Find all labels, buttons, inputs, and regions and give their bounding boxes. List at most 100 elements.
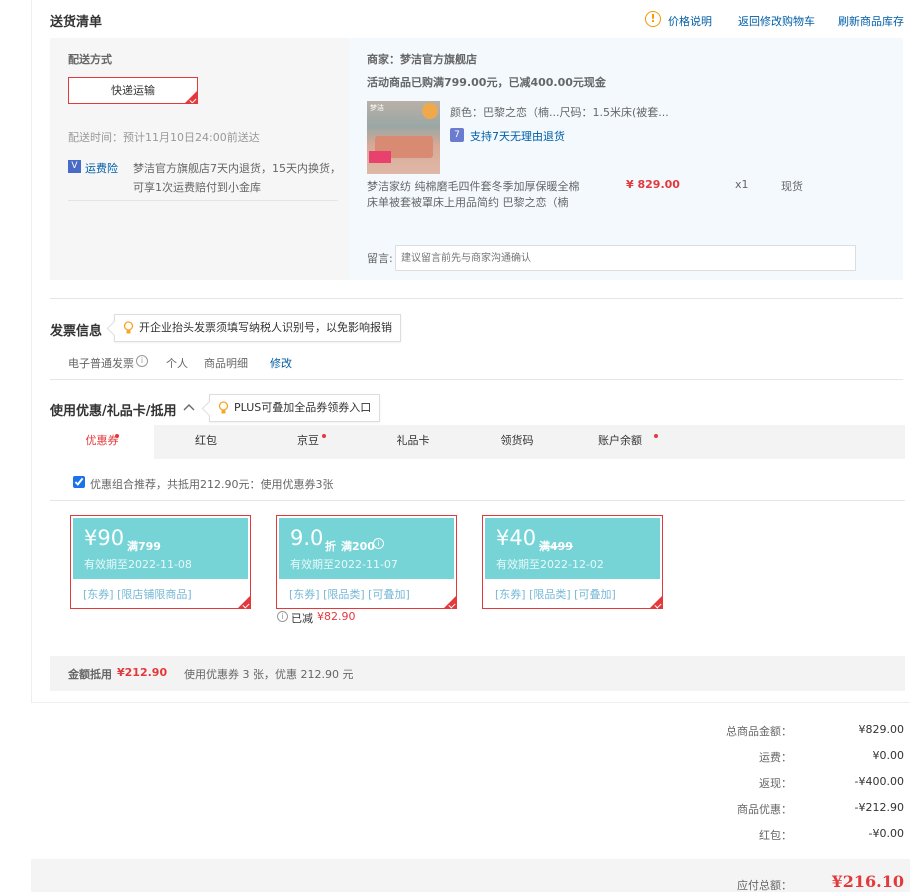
tab-label: 领货码 [500,434,534,447]
summary-row: 运费： ¥0.00 [604,749,905,764]
product-qty: x1 [735,178,749,191]
tab-label: 京豆 [297,434,319,447]
bulb-icon [123,321,134,334]
payable-label: 应付总额： [737,879,792,892]
return-policy-icon: 7 [450,128,464,142]
coupon-amount: ¥90 [84,526,125,550]
invoice-type: 电子普通发票 [68,357,134,370]
invoice-title: 发票信息 [50,324,103,339]
invoice-content: 商品明细 [204,357,248,370]
tab-redeem-code[interactable]: 领货码 [465,425,569,459]
delivery-time: 配送时间：预计11月10日24:00前送达 [68,131,260,144]
recommend-text: 优惠组合推荐，共抵用212.90元：使用优惠券3张 [90,478,334,491]
divider [50,500,905,501]
return-policy-link[interactable]: 支持7天无理由退货 [470,128,565,144]
help-icon[interactable]: i [136,355,148,367]
selected-corner-icon [650,596,662,608]
coupon-face: ¥40 满499 有效期至2022-12-02 [485,518,660,579]
summary-value: ¥0.00 [872,749,905,762]
recommend-checkbox[interactable] [73,476,85,488]
new-dot-icon [322,434,326,438]
coupon-tags: [东券] [限品类] [可叠加] [495,588,616,601]
bulb-icon [218,401,229,414]
refresh-stock-link[interactable]: 刷新商品库存 [838,13,904,29]
coupon-validity: 有效期至2022-11-08 [84,558,192,571]
discount-title[interactable]: 使用优惠/礼品卡/抵用 [50,400,177,419]
summary-label: 运费： [759,751,792,764]
badge-icon [422,103,438,119]
coupon-tags: [东券] [限店铺限商品] [83,588,192,601]
product-thumbnail[interactable]: 梦洁 [367,101,440,174]
summary-label: 总商品金额： [726,725,792,738]
divider [68,200,338,201]
tab-gift-card[interactable]: 礼品卡 [361,425,465,459]
summary-row: 红包： -¥0.00 [604,827,904,842]
tab-label: 账户余额 [598,434,642,447]
method-label: 配送方式 [68,53,112,66]
shield-icon: V [68,160,81,173]
insurance-link[interactable]: 运费险 [85,160,118,176]
remark-label: 留言: [367,252,393,265]
product-stock: 现货 [781,180,803,193]
selected-corner-icon [185,91,197,103]
invoice-edit-link[interactable]: 修改 [270,355,292,371]
tab-label: 优惠券 [85,434,119,447]
saved-value: ¥82.90 [317,610,356,623]
discount-total-note: 使用优惠券 3 张，优惠 212.90 元 [184,668,354,681]
coupon-condition: 满499 [539,540,573,553]
coupon-amount: 9.0 [290,526,324,550]
coupon-condition: 满200 [341,540,375,553]
coupon-card[interactable]: ¥40 满499 有效期至2022-12-02 [东券] [限品类] [可叠加] [482,515,663,609]
insurance-text-2: 可享1次运费赔付到小金库 [133,181,261,194]
invoice-tip: 开企业抬头发票须填写纳税人识别号，以免影响报销 [114,314,401,342]
plus-tip[interactable]: PLUS可叠加全品券领券入口 [209,394,381,422]
back-to-cart-link[interactable]: 返回修改购物车 [738,13,815,29]
coupon-validity: 有效期至2022-11-07 [290,558,398,571]
tab-red-packet[interactable]: 红包 [154,425,258,459]
tab-label: 礼品卡 [396,434,430,447]
summary-label: 返现： [759,777,792,790]
discount-total-value: ¥212.90 [117,666,168,679]
info-icon[interactable]: i [373,538,384,549]
invoice-holder: 个人 [166,357,188,370]
remark-input[interactable] [395,245,856,271]
shipping-title: 送货清单 [50,15,103,30]
summary-label: 红包： [759,829,792,842]
coupon-card[interactable]: ¥90 满799 有效期至2022-11-08 [东券] [限店铺限商品] [70,515,251,609]
discount-total-label: 金额抵用 [68,668,112,681]
summary-label: 商品优惠： [737,803,792,816]
new-dot-icon [654,434,658,438]
thumb-brand: 梦洁 [370,104,384,112]
info-icon: ! [645,11,661,27]
summary-row: 总商品金额： ¥829.00 [604,723,904,738]
payable-value: ¥216.10 [831,872,904,891]
method-value: 快递运输 [111,84,155,97]
section-divider [50,379,903,380]
tab-label: 红包 [195,434,217,447]
summary-value: -¥0.00 [868,827,904,840]
product-attrs: 颜色：巴黎之恋（楠...尺码：1.5米床(被套... [450,106,669,119]
coupon-unit: 折 [325,540,336,553]
selected-corner-icon [238,596,250,608]
coupon-amount: ¥40 [496,526,537,550]
merchant-name: 商家：梦洁官方旗舰店 [367,53,477,66]
info-icon[interactable]: i [277,611,288,622]
product-name-2[interactable]: 床单被套被罩床上用品简约 巴黎之恋（楠 [367,194,569,210]
chevron-up-icon[interactable] [183,402,195,412]
tab-jingdou[interactable]: 京豆 [256,425,360,459]
shipping-method-panel [50,38,349,280]
tab-balance[interactable]: 账户余额 [568,425,672,459]
discount-tabs: 优惠券 红包 京豆 礼品卡 领货码 账户余额 [50,425,905,460]
product-price: ¥ 829.00 [626,178,680,191]
summary-row: 返现： -¥400.00 [604,775,904,790]
price-note-link[interactable]: 价格说明 [668,13,712,29]
product-name-1[interactable]: 梦洁家纺 纯棉磨毛四件套冬季加厚保暖全棉 [367,178,580,194]
invoice-tip-text: 开企业抬头发票须填写纳税人识别号，以免影响报销 [139,321,392,334]
express-method-button[interactable]: 快递运输 [68,77,198,104]
summary-value: -¥400.00 [854,775,904,788]
tab-coupon[interactable]: 优惠券 [50,425,154,460]
summary-row: 商品优惠： -¥212.90 [604,801,904,816]
selected-corner-icon [444,596,456,608]
coupon-tags: [东券] [限品类] [可叠加] [289,588,410,601]
coupon-card[interactable]: 9.0 折 满200 i 有效期至2022-11-07 [东券] [限品类] [… [276,515,457,609]
